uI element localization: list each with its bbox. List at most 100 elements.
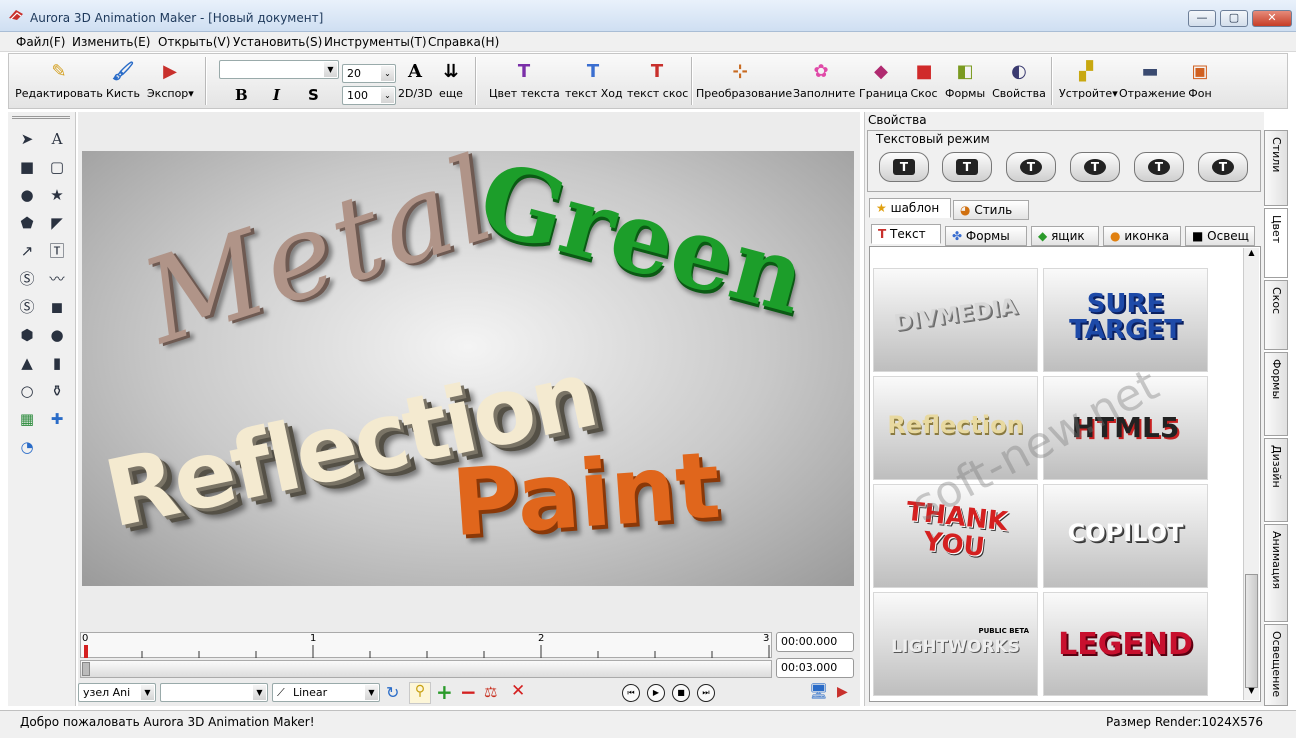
scroll-thumb[interactable]	[82, 662, 90, 676]
scroll-down-icon[interactable]: ▼	[1245, 686, 1258, 700]
export-button[interactable]: ▶ Экспор▾	[147, 60, 194, 100]
add-key-icon[interactable]: +	[436, 680, 453, 704]
timeline-ruler[interactable]: 0 1 2 3	[80, 632, 772, 658]
menu-edit[interactable]: Изменить(E)	[72, 35, 150, 49]
template-thumb[interactable]: SURE TARGET	[1043, 268, 1208, 372]
bevel-button[interactable]: ■ Скос	[909, 60, 939, 100]
scroll-thumb[interactable]	[1245, 574, 1258, 688]
s-shape-icon[interactable]: Ⓢ	[16, 268, 38, 290]
torus-icon[interactable]: ○	[16, 380, 38, 402]
zoom-select[interactable]: 100 ⌄	[342, 86, 396, 105]
star-icon[interactable]: ★	[46, 184, 68, 206]
arrow-line-icon[interactable]: ↗	[16, 240, 38, 262]
play-icon[interactable]: ▶	[647, 684, 665, 702]
brush-button[interactable]: 🖌 Кисть	[105, 60, 141, 100]
template-thumb[interactable]: LEGEND	[1043, 592, 1208, 696]
scene-text-green[interactable]: Green	[468, 151, 818, 337]
text-mode-flat-button[interactable]: T	[879, 152, 929, 182]
scene-text-paint[interactable]: Paint	[449, 432, 724, 557]
shield-icon[interactable]: ⬢	[16, 324, 38, 346]
background-button[interactable]: ▣ Фон	[1187, 60, 1213, 100]
maximize-button[interactable]: ▢	[1220, 10, 1248, 27]
tab-icon[interactable]: ● иконка	[1103, 226, 1181, 246]
text-bevel-button[interactable]: Tтекст скос	[627, 60, 688, 100]
tab-lighting[interactable]: ■ Освещ	[1185, 226, 1255, 246]
remove-key-icon[interactable]: −	[460, 680, 477, 704]
minimize-button[interactable]: —	[1188, 10, 1216, 27]
skip-start-icon[interactable]: ⏮	[622, 684, 640, 702]
end-time-field[interactable]: 00:03.000	[776, 658, 854, 678]
text-mode-extrude-button[interactable]: T	[942, 152, 992, 182]
node-select[interactable]: узел Ani ▼	[78, 683, 156, 702]
skip-end-icon[interactable]: ⏭	[697, 684, 715, 702]
side-tab-design[interactable]: Дизайн	[1264, 438, 1288, 522]
tab-text[interactable]: T Текст	[871, 224, 941, 244]
cube-icon[interactable]: ◼	[46, 296, 68, 318]
text-mode-bevel-button[interactable]: T	[1070, 152, 1120, 182]
2d3d-button[interactable]: A 2D/3D	[398, 60, 433, 100]
template-thumb[interactable]: PUBLIC BETA LIGHTWORKS	[873, 592, 1038, 696]
pentagon-icon[interactable]: ⬟	[16, 212, 38, 234]
side-tab-lighting[interactable]: Освещение	[1264, 624, 1288, 706]
swirl-icon[interactable]: ◔	[16, 436, 38, 458]
sphere-icon[interactable]: ●	[46, 324, 68, 346]
cone-icon[interactable]: ▲	[16, 352, 38, 374]
more-button[interactable]: ⇊ еще	[436, 60, 466, 100]
template-thumb[interactable]: DIVMEDIA	[873, 268, 1038, 372]
refresh-icon[interactable]: ↻	[386, 683, 399, 702]
current-time-field[interactable]: 00:00.000	[776, 632, 854, 652]
render-canvas[interactable]: Metal Green Reflection Paint	[82, 151, 854, 586]
preview-monitor-icon[interactable]: 🖥	[809, 682, 828, 700]
side-tab-bevel[interactable]: Скос	[1264, 280, 1288, 350]
text-tool-icon[interactable]: A	[46, 128, 68, 150]
shapes-button[interactable]: ◧ Формы	[945, 60, 985, 100]
export-video-icon[interactable]: ▶	[837, 684, 848, 700]
circle-icon[interactable]: ●	[16, 184, 38, 206]
vase-icon[interactable]: ⚱	[46, 380, 68, 402]
tab-shapes[interactable]: ✤ Формы	[945, 226, 1027, 246]
text-mode-ring-button[interactable]: T	[1198, 152, 1248, 182]
side-tab-color[interactable]: Цвет	[1264, 208, 1288, 278]
property-select[interactable]: ▼	[160, 683, 268, 702]
device-button[interactable]: ▞ Устройте▾	[1059, 60, 1118, 100]
interpolation-select[interactable]: ⟋ Linear ▼	[272, 683, 380, 702]
menu-open[interactable]: Открыть(V)	[158, 35, 230, 49]
side-tab-animation[interactable]: Анимация	[1264, 524, 1288, 622]
scene-text-metal[interactable]: Metal	[128, 151, 512, 370]
transform-button[interactable]: ⊹ Преобразование	[696, 60, 792, 100]
stop-icon[interactable]: ■	[672, 684, 690, 702]
import-model-icon[interactable]: ✚	[46, 408, 68, 430]
image-icon[interactable]: ▦	[16, 408, 38, 430]
tab-style[interactable]: ◕ Стиль	[953, 200, 1029, 220]
s-shape-add-icon[interactable]: Ⓢ	[16, 296, 38, 318]
menu-tools[interactable]: Инструменты(T)	[324, 35, 427, 49]
edit-button[interactable]: ✎ Редактировать	[15, 60, 103, 100]
close-button[interactable]: ✕	[1252, 10, 1292, 27]
text-mode-cylinder-button[interactable]: T	[1134, 152, 1184, 182]
menu-file[interactable]: Файл(F)	[16, 35, 65, 49]
tab-box[interactable]: ◆ ящик	[1031, 226, 1099, 246]
template-thumb[interactable]: COPILOT	[1043, 484, 1208, 588]
font-family-select[interactable]: ▼	[219, 60, 339, 79]
text-path-button[interactable]: Tтекст Ход	[565, 60, 623, 100]
menu-help[interactable]: Справка(H)	[428, 35, 499, 49]
quarter-shape-icon[interactable]: ◤	[46, 212, 68, 234]
scroll-up-icon[interactable]: ▲	[1245, 248, 1258, 262]
time-scrollbar[interactable]	[80, 660, 772, 678]
text-color-button[interactable]: T Цвет текста	[489, 60, 560, 100]
text-mode-round-button[interactable]: T	[1006, 152, 1056, 182]
split-key-icon[interactable]: ⚖	[484, 683, 497, 701]
arrow-select-icon[interactable]: ➤	[16, 128, 38, 150]
curve-icon[interactable]: 〰	[46, 268, 68, 290]
key-icon[interactable]: ⚲	[409, 682, 431, 704]
border-button[interactable]: ◆ Граница	[859, 60, 908, 100]
delete-key-icon[interactable]: ✕	[511, 681, 525, 701]
gallery-scrollbar[interactable]: ▲ ▼	[1243, 248, 1259, 700]
fill-button[interactable]: ✿ Заполните	[793, 60, 855, 100]
font-size-select[interactable]: 20 ⌄	[342, 64, 396, 83]
shadow-button[interactable]: S	[308, 86, 319, 104]
cylinder-icon[interactable]: ▮	[46, 352, 68, 374]
tab-template[interactable]: ★ шаблон	[869, 198, 951, 218]
rounded-rect-icon[interactable]: ▢	[46, 156, 68, 178]
rectangle-icon[interactable]: ■	[16, 156, 38, 178]
